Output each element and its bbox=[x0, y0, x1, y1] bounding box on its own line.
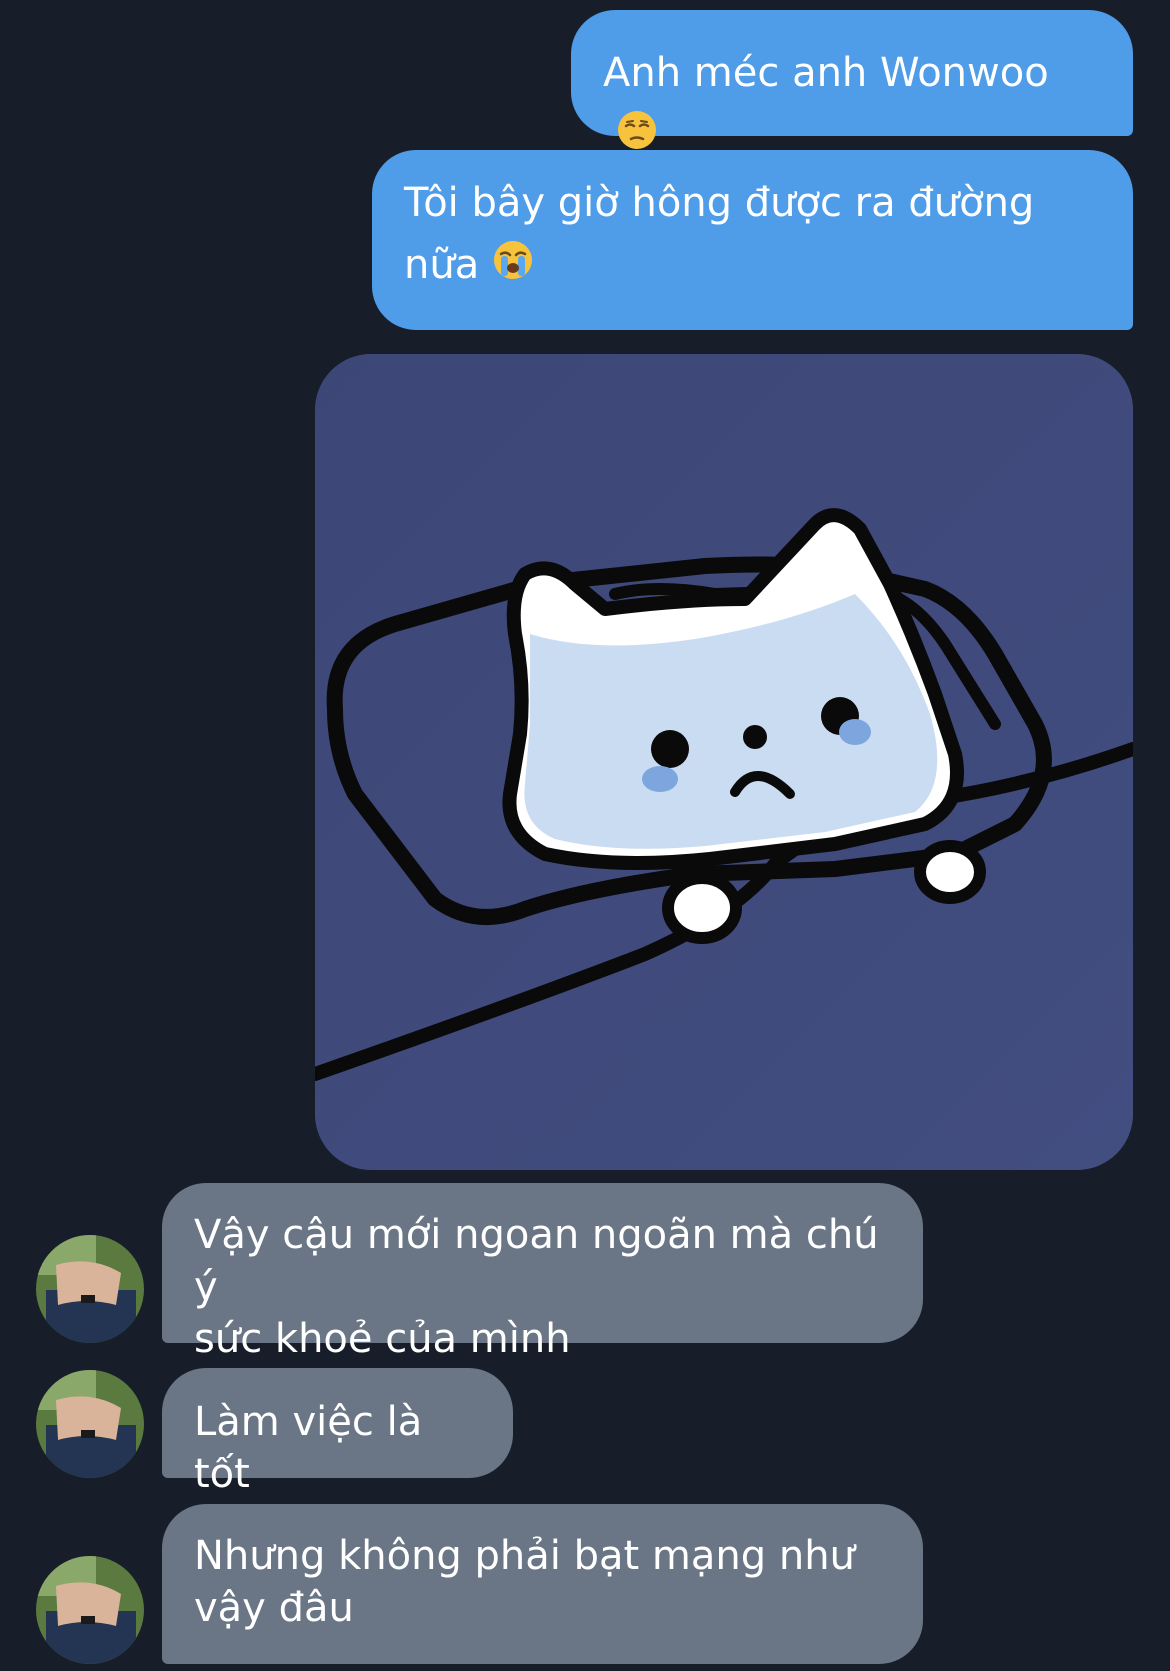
cat-sticker-image[interactable] bbox=[315, 354, 1133, 1170]
contact-avatar[interactable] bbox=[36, 1235, 144, 1343]
message-text-line-1: Nhưng không phải bạt mạng như bbox=[194, 1533, 855, 1579]
message-text-line-1: Tôi bây giờ hông được ra đường bbox=[404, 180, 1035, 226]
outgoing-message-bubble[interactable]: Anh méc anh Wonwoo bbox=[571, 10, 1133, 149]
incoming-message-bubble[interactable]: Làm việc là tốt bbox=[162, 1368, 513, 1497]
incoming-message-bubble[interactable]: Vậy cậu mới ngoan ngoãn mà chú ý sức kho… bbox=[162, 1183, 923, 1362]
contact-avatar[interactable] bbox=[36, 1556, 144, 1664]
message-text-line-2: nữa bbox=[404, 242, 480, 288]
message-text-line-2: sức khoẻ của mình bbox=[194, 1316, 571, 1362]
crying-face-icon bbox=[493, 236, 533, 298]
message-text: Anh méc anh Wonwoo bbox=[603, 50, 1049, 96]
outgoing-message-bubble[interactable]: Tôi bây giờ hông được ra đường nữa bbox=[372, 150, 1133, 330]
incoming-message-bubble[interactable]: Nhưng không phải bạt mạng như vậy đâu bbox=[162, 1504, 923, 1664]
contact-avatar[interactable] bbox=[36, 1370, 144, 1478]
message-text: Làm việc là tốt bbox=[194, 1399, 423, 1497]
message-text-line-2: vậy đâu bbox=[194, 1585, 354, 1631]
message-text-line-1: Vậy cậu mới ngoan ngoãn mà chú ý bbox=[194, 1212, 879, 1310]
